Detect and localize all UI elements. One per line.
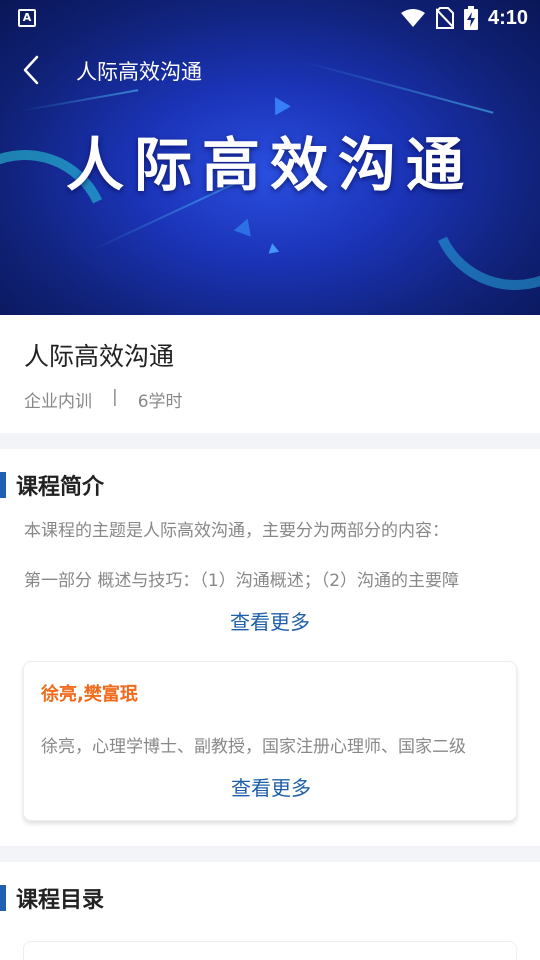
course-meta: 企业内训 | 6学时 <box>24 387 183 412</box>
course-info: 人际高效沟通 企业内训 | 6学时 <box>0 315 540 433</box>
status-time: 4:10 <box>487 6 528 29</box>
banner-triangle-decoration <box>266 242 280 254</box>
page-title: 人际高效沟通 <box>76 60 202 84</box>
battery-charging-icon <box>463 6 478 30</box>
section-divider <box>0 846 540 862</box>
teacher-names: 徐亮,樊富珉 <box>41 684 138 705</box>
back-button[interactable] <box>14 52 50 88</box>
course-banner: 人际高效沟通 <box>0 0 540 315</box>
banner-triangle-decoration <box>233 215 257 237</box>
banner-light-ray <box>19 89 139 112</box>
banner-title: 人际高效沟通 <box>65 131 474 199</box>
intro-section-header: 课程简介 <box>0 470 104 500</box>
wifi-icon <box>400 9 425 27</box>
teacher-card: 徐亮,樊富珉 徐亮，心理学博士、副教授，国家注册心理师、国家二级 查看更多 <box>23 661 517 821</box>
catalog-section-header: 课程目录 <box>0 883 104 913</box>
banner-triangle-decoration <box>267 92 291 116</box>
intro-text-line: 第一部分 概述与技巧：（1）沟通概述；（2）沟通的主要障 <box>24 571 460 591</box>
catalog-card[interactable] <box>23 941 517 960</box>
section-divider <box>0 433 540 449</box>
catalog-heading: 课程目录 <box>16 888 105 913</box>
course-title: 人际高效沟通 <box>24 342 175 371</box>
top-navigation: 人际高效沟通 <box>0 50 540 90</box>
teacher-bio: 徐亮，心理学博士、副教授，国家注册心理师、国家二级 <box>41 737 466 757</box>
intro-text-line: 本课程的主题是人际高效沟通，主要分为两部分的内容： <box>24 521 449 541</box>
app-notification-icon: A <box>18 9 36 27</box>
chevron-left-icon <box>23 55 39 85</box>
course-category: 企业内训 <box>24 392 92 412</box>
intro-view-more-link[interactable]: 查看更多 <box>0 606 540 635</box>
no-sim-icon <box>435 7 454 29</box>
status-bar: A 4:10 <box>0 0 540 38</box>
course-hours: 6学时 <box>137 392 183 412</box>
section-accent-bar <box>0 472 6 498</box>
section-accent-bar <box>0 885 6 911</box>
meta-separator: | <box>112 387 118 407</box>
teacher-view-more-link[interactable]: 查看更多 <box>24 772 518 801</box>
intro-heading: 课程简介 <box>16 475 105 500</box>
